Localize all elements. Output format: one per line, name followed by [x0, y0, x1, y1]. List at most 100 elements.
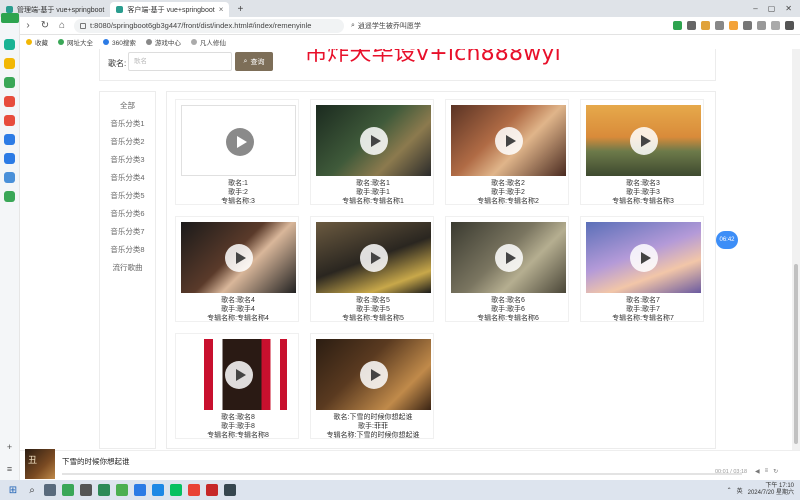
tray-icon[interactable]: ⌃ — [727, 487, 732, 494]
play-icon[interactable] — [360, 244, 388, 272]
song-album: 专辑名称:专辑名称6 — [477, 315, 539, 322]
taskbar-app-icon[interactable] — [152, 484, 164, 496]
play-icon[interactable] — [630, 127, 658, 155]
reload-icon[interactable]: ↻ — [40, 20, 50, 31]
play-icon[interactable] — [495, 244, 523, 272]
song-singer: 歌手:2 — [228, 189, 248, 196]
browser-tab-client[interactable]: 客户端-基于 vue+springboot × — [110, 2, 230, 17]
bookmark-item[interactable]: 凡人修仙 — [190, 37, 226, 47]
wechat-icon[interactable] — [170, 484, 182, 496]
song-card[interactable]: 歌名:歌名5 歌手:歌手5 专辑名称:专辑名称5 — [310, 216, 434, 322]
search-icon: ⌕ — [243, 57, 248, 65]
taskbar-app-icon[interactable] — [62, 484, 74, 496]
home-icon[interactable]: ⌂ — [57, 20, 67, 31]
playlist-icon[interactable]: ≡ — [765, 468, 769, 475]
browser-tab-bar: 管理端-基于 vue+springboot 客户端-基于 vue+springb… — [0, 0, 800, 17]
extension-icon[interactable] — [771, 21, 780, 30]
windows-start-icon[interactable]: ⊞ — [6, 485, 20, 496]
taskbar-app-icon[interactable] — [224, 484, 236, 496]
mode-icon[interactable]: ↻ — [773, 468, 778, 475]
taskbar-app-icon[interactable] — [98, 484, 110, 496]
song-card[interactable]: 歌名:歌名8 歌手:歌手8 专辑名称:专辑名称8 — [175, 333, 299, 439]
forward-icon[interactable]: › — [23, 20, 33, 31]
chrome-icon[interactable] — [188, 484, 200, 496]
maximize-icon[interactable]: ▢ — [768, 4, 776, 13]
play-icon[interactable] — [360, 127, 388, 155]
player-cover[interactable]: 丑 — [25, 449, 55, 479]
sidebar-app-icon[interactable] — [4, 58, 15, 69]
category-item[interactable]: 音乐分类5 — [100, 187, 155, 205]
menu-icon[interactable]: ≡ — [7, 464, 12, 474]
song-card[interactable]: 歌名:歌名4 歌手:歌手4 专辑名称:专辑名称4 — [175, 216, 299, 322]
play-icon[interactable] — [225, 244, 253, 272]
extension-icon[interactable] — [743, 21, 752, 30]
tray-lang[interactable]: 英 — [737, 486, 743, 495]
category-item-all[interactable]: 全部 — [100, 97, 155, 115]
settings-icon[interactable] — [80, 484, 92, 496]
category-item[interactable]: 音乐分类6 — [100, 205, 155, 223]
taskbar-clock[interactable]: 下午 17:10 2024/7/20 星期六 — [748, 483, 794, 497]
extension-icon[interactable] — [673, 21, 682, 30]
extension-icons — [673, 21, 794, 30]
category-item[interactable]: 音乐分类2 — [100, 133, 155, 151]
close-window-icon[interactable]: ✕ — [785, 4, 792, 13]
song-card[interactable]: 歌名:下雪的时候你想起谁 歌手:菲菲 专辑名称:下雪的时候你想起谁 — [310, 333, 434, 439]
play-icon[interactable] — [495, 127, 523, 155]
song-card[interactable]: 歌名:歌名6 歌手:歌手6 专辑名称:专辑名称6 — [445, 216, 569, 322]
time-bubble[interactable]: 06:42 — [716, 231, 738, 249]
sidebar-app-icon[interactable] — [4, 153, 15, 164]
bookmark-item[interactable]: 游戏中心 — [145, 37, 181, 47]
category-item[interactable]: 音乐分类8 — [100, 241, 155, 259]
sidebar-app-icon[interactable] — [4, 134, 15, 145]
extension-icon[interactable] — [729, 21, 738, 30]
category-item[interactable]: 音乐分类7 — [100, 223, 155, 241]
windows-taskbar: ⊞ ⌕ ⌃ 英 下午 17:10 2024/7/20 星期六 — [0, 480, 800, 500]
close-icon[interactable]: × — [219, 5, 224, 14]
sidebar-app-icon[interactable] — [4, 96, 15, 107]
scrollbar-thumb[interactable] — [794, 264, 798, 444]
song-name-input[interactable]: 歌名 — [128, 52, 232, 71]
browser-search-box[interactable]: ⌕ 逍遥学生被乔叫愿学 — [351, 19, 491, 33]
page-scrollbar[interactable] — [792, 49, 800, 450]
bookmark-item[interactable]: 网址大全 — [58, 37, 93, 47]
song-name: 歌名:歌名8 — [221, 414, 255, 421]
song-card[interactable]: 歌名:歌名7 歌手:歌手7 专辑名称:专辑名称7 — [580, 216, 704, 322]
song-card[interactable]: 歌名:1 歌手:2 专辑名称:3 — [175, 99, 299, 205]
taskbar-app-icon[interactable] — [116, 484, 128, 496]
play-icon[interactable] — [226, 128, 254, 156]
new-tab-button[interactable]: + — [233, 3, 247, 17]
sidebar-app-icon[interactable] — [4, 191, 15, 202]
extension-icon[interactable] — [687, 21, 696, 30]
play-icon[interactable] — [225, 361, 253, 389]
player-progress-bar[interactable] — [62, 473, 742, 475]
song-card[interactable]: 歌名:歌名2 歌手:歌手2 专辑名称:专辑名称2 — [445, 99, 569, 205]
extension-icon[interactable] — [785, 21, 794, 30]
sidebar-app-icon[interactable] — [4, 172, 15, 183]
taskview-icon[interactable] — [44, 484, 56, 496]
play-icon[interactable] — [360, 361, 388, 389]
add-icon[interactable]: + — [7, 442, 12, 452]
sidebar-app-icon[interactable] — [4, 115, 15, 126]
category-item[interactable]: 音乐分类4 — [100, 169, 155, 187]
bookmark-item[interactable]: 收藏 — [26, 37, 48, 47]
extension-icon[interactable] — [701, 21, 710, 30]
taskbar-search-icon[interactable]: ⌕ — [26, 485, 38, 496]
category-item[interactable]: 音乐分类1 — [100, 115, 155, 133]
url-field[interactable]: t:8080/springboot6gb3g447/front/dist/ind… — [74, 18, 344, 33]
category-item[interactable]: 流行歌曲 — [100, 259, 155, 277]
sidebar-app-icon[interactable] — [4, 77, 15, 88]
song-card[interactable]: 歌名:歌名3 歌手:歌手3 专辑名称:专辑名称3 — [580, 99, 704, 205]
category-item[interactable]: 音乐分类3 — [100, 151, 155, 169]
bookmark-item[interactable]: 360搜索 — [103, 37, 136, 47]
star-icon — [26, 39, 32, 45]
volume-icon[interactable]: ◀ — [755, 468, 760, 475]
sidebar-app-icon[interactable] — [4, 39, 15, 50]
song-card[interactable]: 歌名:歌名1 歌手:歌手1 专辑名称:专辑名称1 — [310, 99, 434, 205]
query-button[interactable]: ⌕ 查询 — [235, 52, 273, 71]
play-icon[interactable] — [630, 244, 658, 272]
taskbar-app-icon[interactable] — [206, 484, 218, 496]
extension-icon[interactable] — [715, 21, 724, 30]
taskbar-app-icon[interactable] — [134, 484, 146, 496]
extension-icon[interactable] — [757, 21, 766, 30]
minimize-icon[interactable]: – — [753, 4, 757, 13]
